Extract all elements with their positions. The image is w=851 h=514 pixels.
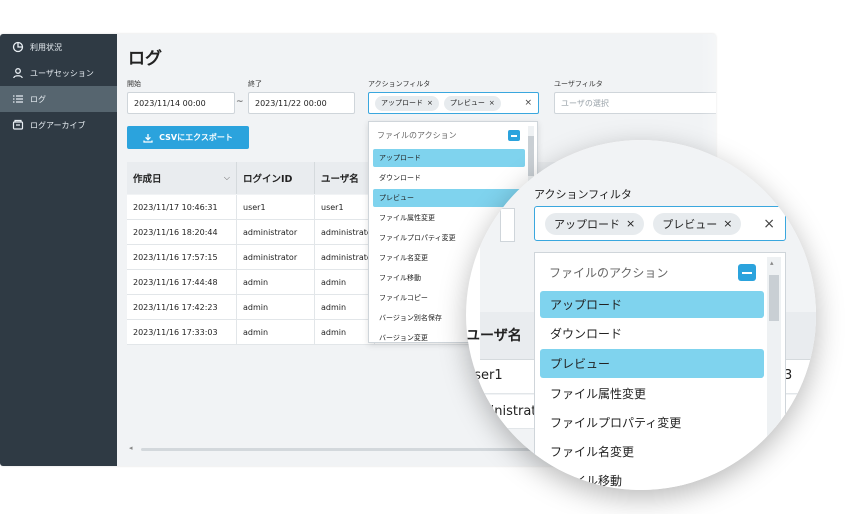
cell-login-id: administrator — [237, 245, 315, 270]
cell-username: administrator — [315, 220, 375, 245]
magnified-action-chip: アップロード × — [545, 212, 645, 235]
archive-icon — [12, 119, 24, 131]
cell-login-id: admin — [237, 320, 315, 345]
action-filter-input[interactable]: アップロード × プレビュー × × — [368, 92, 539, 114]
sidebar-item-label: 利用状況 — [30, 42, 62, 52]
cell-created: 2023/11/16 17:33:03 — [127, 320, 237, 345]
sidebar-item-user-sessions[interactable]: ユーザセッション — [0, 60, 117, 86]
csv-export-label: CSVにエクスポート — [159, 133, 233, 142]
user-filter-input[interactable]: ユーザの選択 — [554, 92, 716, 114]
cell-username: user1 — [315, 195, 375, 220]
scrollbar-thumb[interactable] — [769, 275, 779, 321]
magnified-option[interactable]: アップロード — [540, 291, 764, 318]
action-filter-label: アクションフィルタ — [368, 80, 431, 88]
user-icon — [12, 67, 24, 79]
cell-username: admin — [315, 295, 375, 320]
cell-created: 2023/11/16 18:20:44 — [127, 220, 237, 245]
chip-remove-icon[interactable]: × — [427, 99, 433, 107]
sidebar-item-log-archive[interactable]: ログアーカイブ — [0, 112, 117, 138]
scroll-up-icon[interactable]: ▴ — [770, 259, 774, 267]
range-separator: ~ — [236, 97, 244, 107]
sidebar-item-label: ユーザセッション — [30, 68, 94, 78]
cell-username: administrator — [315, 245, 375, 270]
list-icon — [12, 93, 24, 105]
sidebar-item-label: ログアーカイブ — [30, 120, 86, 130]
magnified-option[interactable]: プレビュー — [540, 349, 764, 378]
screenshot-stage: 利用状況 ユーザセッション ログ ログアーカイブ ログ 開始 2023/11/1… — [0, 0, 851, 514]
sidebar-item-log[interactable]: ログ — [0, 86, 117, 112]
cell-login-id: user1 — [237, 195, 315, 220]
cell-login-id: admin — [237, 295, 315, 320]
action-chip: プレビュー × — [443, 95, 501, 111]
chip-remove-icon[interactable]: × — [723, 217, 732, 230]
magnified-column-username: ユーザ名 — [466, 328, 522, 344]
chip-remove-icon[interactable]: × — [626, 217, 635, 230]
sidebar-item-usage[interactable]: 利用状況 — [0, 34, 117, 60]
cell-created: 2023/11/16 17:42:23 — [127, 295, 237, 320]
pie-chart-icon — [12, 41, 24, 53]
cell-created: 2023/11/17 10:46:31 — [127, 195, 237, 220]
magnified-action-filter-input[interactable]: アップロード × プレビュー × × — [534, 206, 786, 241]
magnified-option[interactable]: ファイル移動 — [540, 467, 764, 490]
magnified-action-chip: プレビュー × — [653, 212, 742, 235]
user-filter-label: ユーザフィルタ — [554, 80, 603, 88]
start-label: 開始 — [127, 80, 141, 88]
csv-export-button[interactable]: CSVにエクスポート — [127, 126, 249, 149]
magnified-cell-admin: ministrat — [478, 404, 537, 419]
magnified-dropdown-scrollbar[interactable]: ▴ — [767, 257, 781, 490]
collapse-group-icon[interactable] — [738, 264, 756, 281]
magnified-option[interactable]: ファイルプロパティ変更 — [540, 409, 764, 436]
chevron-down-icon[interactable]: ⌵ — [224, 173, 230, 183]
clear-icon[interactable]: × — [524, 98, 532, 108]
cell-login-id: administrator — [237, 220, 315, 245]
magnified-option[interactable]: ダウンロード — [540, 320, 764, 347]
download-icon — [143, 133, 153, 143]
sidebar: 利用状況 ユーザセッション ログ ログアーカイブ — [0, 34, 117, 466]
chip-remove-icon[interactable]: × — [489, 99, 495, 107]
clear-icon[interactable]: × — [763, 216, 775, 232]
dropdown-group-label: ファイルのアクション — [377, 131, 457, 140]
cell-username: admin — [315, 320, 375, 345]
action-chip: アップロード × — [375, 95, 439, 111]
cell-username: admin — [315, 270, 375, 295]
cell-created: 2023/11/16 17:44:48 — [127, 270, 237, 295]
sidebar-item-label: ログ — [30, 94, 46, 104]
magnified-user-filter-edge — [500, 208, 515, 242]
magnifier-lens: ユーザ名 user1 ministrat 3 アクションフィルタ アップロード ×… — [466, 140, 816, 490]
magnified-group-label: ファイルのアクション — [549, 266, 669, 280]
magnified-option[interactable]: ファイル属性変更 — [540, 380, 764, 407]
magnified-cell-user: user1 — [466, 368, 503, 383]
magnified-dropdown: ファイルのアクション アップロード ダウンロード プレビュー ファイル属性変更 … — [534, 252, 786, 490]
page-title: ログ — [128, 49, 162, 69]
magnified-option[interactable]: ファイル名変更 — [540, 438, 764, 465]
cell-created: 2023/11/16 17:57:15 — [127, 245, 237, 270]
column-header-login-id[interactable]: ログインID — [237, 162, 315, 194]
magnified-view: ユーザ名 user1 ministrat 3 アクションフィルタ アップロード ×… — [466, 140, 816, 490]
magnified-action-filter-label: アクションフィルタ — [534, 188, 632, 201]
scroll-left-icon[interactable]: ◂ — [129, 444, 133, 452]
end-label: 終了 — [248, 80, 262, 88]
end-date-input[interactable]: 2023/11/22 00:00 — [248, 92, 355, 114]
column-header-created[interactable]: 作成日 ⌵ — [127, 162, 237, 194]
column-header-username[interactable]: ユーザ名 — [315, 162, 375, 194]
start-date-input[interactable]: 2023/11/14 00:00 — [127, 92, 235, 114]
cell-login-id: admin — [237, 270, 315, 295]
